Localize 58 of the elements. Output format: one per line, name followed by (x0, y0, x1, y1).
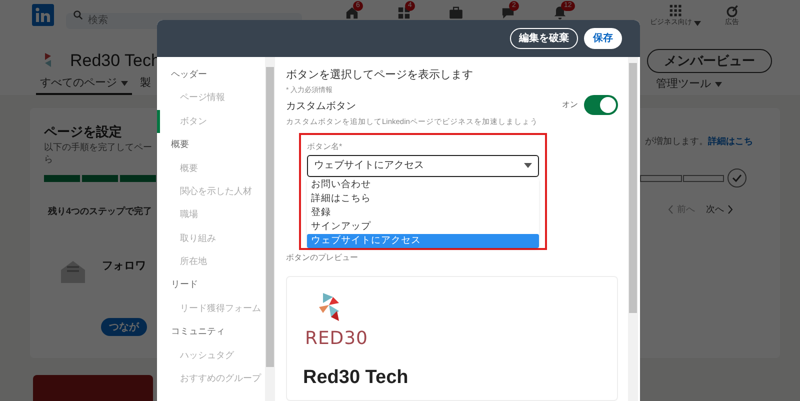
sidebar-section[interactable]: 概要 (157, 133, 265, 157)
sidebar-item[interactable]: リード獲得フォーム (157, 296, 265, 320)
setup-description: ら (44, 153, 53, 166)
learn-more-link[interactable]: 詳細はこち (708, 136, 753, 146)
chevron-right-icon (728, 205, 733, 214)
page-tab[interactable]: すべてのページ (36, 73, 132, 95)
dropdown-option[interactable]: 登録 (307, 206, 539, 220)
sidebar-item[interactable]: おすすめのグループ (157, 367, 265, 390)
check-circle-icon (727, 168, 747, 188)
toggle-label: オン (562, 98, 578, 110)
search-icon (73, 10, 83, 20)
scrollbar[interactable] (628, 57, 638, 401)
dropdown-field[interactable]: ウェブサイトにアクセス (307, 154, 539, 177)
next-button[interactable]: 次へ (706, 203, 733, 216)
setup-description: 以下の手順を完了してペー (44, 141, 152, 154)
preview-label: ボタンのプレビュー (286, 252, 358, 264)
mail-icon (60, 260, 86, 284)
field-label: ボタン名* (307, 140, 342, 153)
preview-company-name: Red30 Tech (303, 366, 408, 390)
setup-title: ページを設定 (44, 123, 122, 141)
logo-text: RED30 (305, 326, 368, 351)
scrollbar[interactable] (265, 57, 275, 401)
toggle-switch[interactable] (584, 94, 618, 114)
sidebar-section[interactable]: コミュニティ (157, 320, 265, 344)
dropdown-option[interactable]: 詳細はこちら (307, 192, 539, 206)
briefcase-icon[interactable] (448, 5, 464, 21)
sidebar-item[interactable]: ハッシュタグ (157, 344, 265, 368)
sidebar-item[interactable]: 概要 (157, 156, 265, 180)
page-tab[interactable]: 製 (136, 73, 155, 95)
dropdown-option[interactable]: お問い合わせ (307, 178, 539, 192)
section-heading: ボタンを選択してページを表示します (286, 68, 473, 82)
caret-icon (715, 82, 722, 86)
save-button[interactable]: 保存 (584, 28, 622, 49)
sidebar-section[interactable]: ヘッダー (157, 63, 265, 86)
admin-tools-menu[interactable]: 管理ツール (656, 73, 722, 95)
dropdown-caret-icon (524, 163, 532, 168)
connect-button[interactable]: つなが (101, 318, 147, 336)
sidebar-item[interactable]: 所在地 (157, 250, 265, 274)
chat-bubble-icon[interactable] (500, 5, 516, 21)
sidebar-section[interactable]: リード (157, 274, 265, 297)
follower-card-title: フォロワ (102, 259, 146, 274)
member-view-button[interactable]: メンバービュー (647, 49, 772, 73)
chevron-left-icon (668, 205, 673, 214)
caret-icon (121, 80, 128, 86)
sidebar-item[interactable]: ページ情報 (157, 86, 265, 110)
steps-remaining: 残り4つのステップで完了 (48, 205, 152, 218)
sidebar-item[interactable]: 関心を示した人材 (157, 180, 265, 204)
gauge-icon[interactable] (725, 4, 739, 18)
sidebar-item[interactable]: 取り組み (157, 226, 265, 250)
dropdown-option[interactable]: ウェブサイトにアクセス (307, 234, 539, 248)
sidebar-item[interactable]: 職場 (157, 203, 265, 227)
apps-grid-icon[interactable] (668, 4, 682, 18)
custom-button-label: カスタムボタン (286, 100, 356, 114)
caret-icon (694, 20, 701, 26)
setup-description: が増加します。詳細はこち (645, 135, 753, 148)
discard-button[interactable]: 編集を破棄 (510, 28, 578, 49)
linkedin-logo-icon[interactable] (32, 4, 54, 26)
dropdown-option[interactable]: サインアップ (307, 220, 539, 234)
